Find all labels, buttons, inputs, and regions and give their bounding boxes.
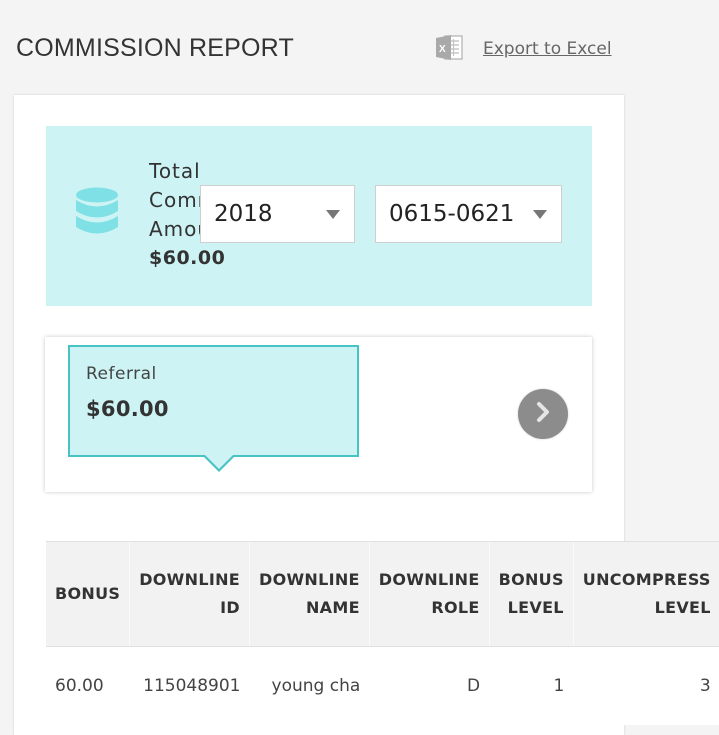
total-commission-label: Total Commission Amount bbox=[149, 157, 207, 244]
cell-bonus: 60.00 bbox=[46, 646, 130, 725]
week-range-select-value: 0615-0621 bbox=[389, 201, 515, 227]
cell-downline-name: young cha bbox=[249, 646, 370, 725]
column-header-downline-name[interactable]: DOWNLINE NAME bbox=[249, 541, 370, 647]
dropdown-arrow-icon bbox=[326, 209, 340, 219]
total-commission-amount: $60.00 bbox=[149, 247, 226, 269]
week-range-select[interactable]: 0615-0621 bbox=[375, 185, 562, 243]
next-button[interactable] bbox=[518, 389, 568, 439]
column-header-downline-role[interactable]: DOWNLINE ROLE bbox=[368, 541, 490, 647]
column-header-line: BONUS bbox=[498, 570, 564, 589]
export-label: Export to Excel bbox=[483, 39, 612, 59]
column-header-line: NAME bbox=[305, 598, 360, 617]
column-header-line: DOWNLINE bbox=[259, 570, 360, 589]
column-header-line: LEVEL bbox=[654, 598, 711, 617]
year-select[interactable]: 2018 bbox=[200, 185, 355, 243]
bonus-tile-referral[interactable]: Referral $60.00 bbox=[68, 345, 359, 472]
total-commission-label-line: Commission bbox=[149, 188, 207, 212]
page-title: COMMISSION REPORT bbox=[16, 34, 294, 62]
total-commission-label-line: Amount bbox=[149, 217, 207, 241]
year-select-value: 2018 bbox=[214, 201, 273, 227]
cell-bonus-level: 1 bbox=[489, 646, 574, 725]
column-header-line: BONUS bbox=[55, 584, 121, 603]
cell-downline-id: 115048901 bbox=[129, 646, 250, 725]
bonus-tile-label: Referral bbox=[86, 364, 157, 384]
column-header-line: ROLE bbox=[431, 598, 480, 617]
commission-table: BONUS DOWNLINE ID DOWNLINE NAME DOWNLINE… bbox=[46, 541, 719, 725]
column-header-line: UNCOMPRESS bbox=[582, 570, 711, 589]
cell-uncompress-level: 3 bbox=[573, 646, 719, 725]
total-commission-label-line: Total bbox=[149, 159, 201, 183]
column-header-downline-id[interactable]: DOWNLINE ID bbox=[129, 541, 250, 647]
export-to-excel-link[interactable]: X Export to Excel bbox=[433, 32, 612, 66]
cell-downline-role: D bbox=[369, 646, 490, 725]
bonus-tile-amount: $60.00 bbox=[86, 397, 169, 421]
column-header-line: ID bbox=[220, 598, 240, 617]
column-header-bonus[interactable]: BONUS bbox=[46, 541, 130, 647]
table-row: 60.00 115048901 young cha D 1 3 bbox=[46, 646, 719, 725]
column-header-line: DOWNLINE bbox=[139, 570, 240, 589]
dropdown-arrow-icon bbox=[533, 209, 547, 219]
column-header-line: LEVEL bbox=[507, 598, 564, 617]
column-header-line: DOWNLINE bbox=[378, 570, 480, 589]
column-header-uncompress-level[interactable]: UNCOMPRESS LEVEL bbox=[572, 541, 719, 647]
svg-text:X: X bbox=[439, 44, 446, 55]
excel-icon: X bbox=[433, 31, 483, 67]
total-commission-summary: Total Commission Amount $60.00 2018 0615… bbox=[46, 126, 592, 306]
chevron-right-icon bbox=[533, 401, 553, 427]
bonus-type-carousel: Referral $60.00 bbox=[45, 337, 592, 492]
column-header-bonus-level[interactable]: BONUS LEVEL bbox=[488, 541, 574, 647]
table-header-row: BONUS DOWNLINE ID DOWNLINE NAME DOWNLINE… bbox=[46, 541, 719, 647]
